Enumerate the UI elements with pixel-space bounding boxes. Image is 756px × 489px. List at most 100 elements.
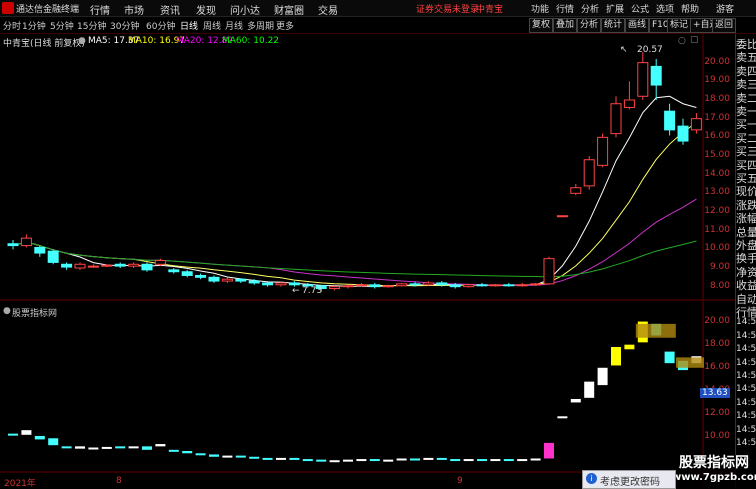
menu-options[interactable]: 选项 <box>656 2 674 15</box>
candle[interactable] <box>7 243 19 247</box>
period-more[interactable]: 更多 <box>276 19 294 32</box>
candle[interactable] <box>168 269 180 273</box>
analysis-button[interactable]: 分析 <box>577 18 602 33</box>
candle[interactable] <box>34 246 46 254</box>
sidebar-item[interactable]: 14:56 <box>736 331 756 341</box>
period-weekly[interactable]: 周线 <box>203 19 221 32</box>
period-5min[interactable]: 5分钟 <box>50 19 74 32</box>
indicator-bar <box>8 433 18 436</box>
candle[interactable] <box>288 282 300 286</box>
candle[interactable] <box>101 264 113 267</box>
candle[interactable] <box>47 250 59 263</box>
stats-button[interactable]: 统计 <box>601 18 626 33</box>
candle[interactable] <box>503 284 515 287</box>
candle[interactable] <box>409 283 421 286</box>
sidebar-item[interactable]: 14:56 <box>736 358 756 368</box>
candle[interactable] <box>329 286 341 290</box>
menu-guest[interactable]: 游客 <box>716 2 734 15</box>
period-30min[interactable]: 30分钟 <box>110 19 139 32</box>
candle[interactable] <box>208 276 220 282</box>
candle[interactable] <box>530 283 542 286</box>
candle[interactable] <box>489 284 501 287</box>
candle[interactable] <box>623 99 635 108</box>
sidebar-item[interactable]: 14:56 <box>736 425 756 435</box>
candle[interactable] <box>556 215 568 218</box>
candle[interactable] <box>141 263 153 271</box>
adjust-button[interactable]: 复权 <box>529 18 554 33</box>
candle[interactable] <box>221 278 233 282</box>
candle[interactable] <box>74 263 86 269</box>
sidebar-item[interactable]: 14:56 <box>736 384 756 394</box>
y-tick-label: 14.00 <box>704 168 730 179</box>
menu-extend[interactable]: 扩展 <box>606 2 624 15</box>
candle[interactable] <box>516 284 528 287</box>
candle[interactable] <box>476 284 488 287</box>
login-alert[interactable]: 证券交易未登录 <box>416 2 479 15</box>
menu-wealth[interactable]: 财富圈 <box>274 2 304 17</box>
candle[interactable] <box>87 265 99 268</box>
candle[interactable] <box>382 285 394 288</box>
period-1min[interactable]: 1分钟 <box>22 19 46 32</box>
candle[interactable] <box>583 159 595 187</box>
sidebar-item[interactable]: 14:56 <box>736 371 756 381</box>
candle[interactable] <box>463 284 475 288</box>
candle[interactable] <box>20 237 32 247</box>
candle[interactable] <box>128 263 140 267</box>
menu-function[interactable]: 功能 <box>531 2 549 15</box>
candle[interactable] <box>154 260 166 265</box>
menu-wenxiaoda[interactable]: 问小达 <box>230 2 260 17</box>
menu-help[interactable]: 帮助 <box>681 2 699 15</box>
low-arrow-icon: ← <box>292 286 300 296</box>
candle[interactable] <box>181 271 193 276</box>
candle[interactable] <box>543 258 555 285</box>
kline-chart[interactable] <box>0 34 735 487</box>
candle[interactable] <box>650 65 662 86</box>
candle[interactable] <box>369 284 381 288</box>
menu-quote[interactable]: 行情 <box>556 2 574 15</box>
period-multi[interactable]: 多周期 <box>247 19 274 32</box>
candle[interactable] <box>664 110 676 131</box>
candle[interactable] <box>422 282 434 286</box>
mark-button[interactable]: 标记 <box>667 18 692 33</box>
menu-news[interactable]: 资讯 <box>160 2 180 17</box>
menu-trade[interactable]: 交易 <box>318 2 338 17</box>
candle[interactable] <box>114 263 126 267</box>
sidebar-item[interactable]: 14:56 <box>736 317 756 327</box>
candle[interactable] <box>677 125 689 142</box>
sidebar-item[interactable]: 14:56 <box>736 398 756 408</box>
candle[interactable] <box>195 274 207 278</box>
candle[interactable] <box>449 284 461 288</box>
menu-markets[interactable]: 市场 <box>124 2 144 17</box>
back-button[interactable]: 返回 <box>712 18 737 33</box>
candle[interactable] <box>610 103 622 135</box>
draw-button[interactable]: 画线 <box>625 18 650 33</box>
period-15min[interactable]: 15分钟 <box>77 19 106 32</box>
x-label-aug: 8 <box>116 476 122 486</box>
candle[interactable] <box>396 283 408 287</box>
candle[interactable] <box>275 282 287 286</box>
menu-market[interactable]: 行情 <box>90 2 110 17</box>
menu-analysis[interactable]: 分析 <box>581 2 599 15</box>
overlay-button[interactable]: 叠加 <box>553 18 578 33</box>
menu-discover[interactable]: 发现 <box>196 2 216 17</box>
sidebar-item[interactable]: 14:56 <box>736 411 756 421</box>
sidebar-item[interactable]: 14:56 <box>736 344 756 354</box>
candle[interactable] <box>436 282 448 286</box>
candle[interactable] <box>355 284 367 287</box>
period-toolbar: 分时 1分钟 5分钟 15分钟 30分钟 60分钟 日线 周线 月线 多周期 更… <box>0 17 756 34</box>
candle[interactable] <box>262 282 274 286</box>
sidebar-item[interactable]: 14:56 <box>736 438 756 448</box>
candle[interactable] <box>637 62 649 97</box>
period-timeshare[interactable]: 分时 <box>3 19 21 32</box>
period-60min[interactable]: 60分钟 <box>146 19 175 32</box>
period-daily[interactable]: 日线 <box>180 19 198 32</box>
candle[interactable] <box>597 136 609 166</box>
candle[interactable] <box>61 263 73 268</box>
candle[interactable] <box>570 187 582 194</box>
candle[interactable] <box>235 278 247 282</box>
candle[interactable] <box>342 285 354 288</box>
candle[interactable] <box>248 280 260 284</box>
period-monthly[interactable]: 月线 <box>225 19 243 32</box>
notice-popup[interactable]: i 考虑更改密码 <box>582 470 676 489</box>
menu-formula[interactable]: 公式 <box>631 2 649 15</box>
